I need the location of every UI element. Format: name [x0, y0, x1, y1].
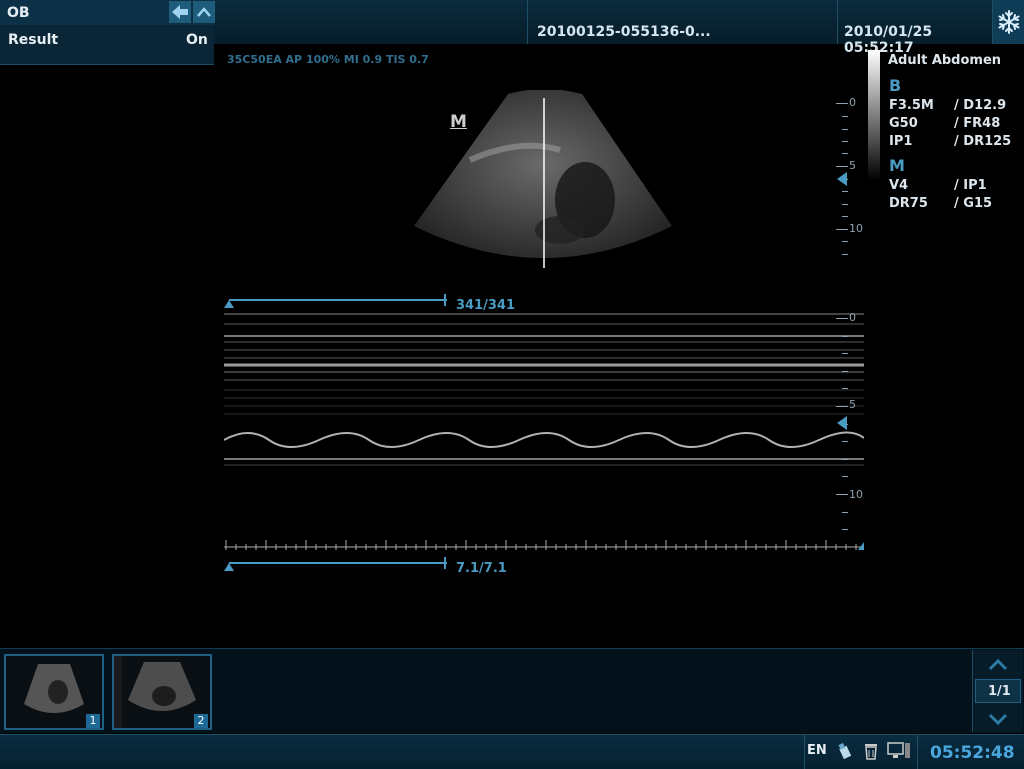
- status-icons: EN: [804, 735, 918, 769]
- scale-tick: [836, 166, 848, 167]
- scale-tick: [842, 191, 848, 192]
- depth-label: 10: [849, 222, 863, 235]
- scale-tick: [842, 153, 848, 154]
- depth-label: 0: [849, 96, 856, 109]
- probe-info: 35C50EA AP 100% MI 0.9 TIS 0.7: [227, 53, 429, 66]
- page-indicator: 1/1: [975, 679, 1021, 703]
- status-bar: EN 05:52:48: [0, 734, 1024, 769]
- param-row: DR75: [889, 196, 928, 211]
- preset-name[interactable]: Adult Abdomen: [888, 53, 1001, 68]
- scale-tick: [842, 141, 848, 142]
- scale-tick: [842, 512, 848, 513]
- page-number: 1/1: [988, 684, 1011, 699]
- scale-tick: [842, 371, 848, 372]
- cine-frame-bar[interactable]: [224, 294, 449, 308]
- monitor-icon[interactable]: [887, 742, 911, 760]
- scale-tick: [842, 353, 848, 354]
- scale-tick: [842, 241, 848, 242]
- result-value[interactable]: On: [186, 32, 208, 48]
- param-row: V4: [889, 178, 909, 193]
- param-row: / DR125: [954, 134, 1012, 149]
- arrow-left-icon: [172, 5, 188, 19]
- input-language[interactable]: EN: [807, 743, 827, 758]
- scale-tick: [842, 529, 848, 530]
- back-button[interactable]: [169, 1, 191, 23]
- thumbnail[interactable]: 1: [4, 654, 104, 730]
- page-up-icon[interactable]: [987, 656, 1009, 672]
- file-id-cell: 20100125-055136-0...: [527, 0, 838, 44]
- thumbnail[interactable]: 2: [112, 654, 212, 730]
- scale-tick: [836, 406, 848, 407]
- depth-label: 10: [849, 488, 863, 501]
- param-row: / FR48: [954, 116, 1001, 131]
- page-down-icon[interactable]: [987, 712, 1009, 728]
- b-mode-label: B: [889, 76, 902, 95]
- param-row: / IP1: [954, 178, 987, 193]
- gray-bar: [868, 50, 880, 180]
- scale-tick: [842, 336, 848, 337]
- param-row: / D12.9: [954, 98, 1007, 113]
- param-row: G50: [889, 116, 918, 131]
- m-focus-marker-icon[interactable]: [837, 416, 847, 430]
- depth-label: 5: [849, 159, 856, 172]
- cine-cursor[interactable]: [444, 557, 446, 569]
- thumbnail-number: 2: [194, 714, 208, 728]
- m-mode-trace[interactable]: [224, 310, 864, 555]
- scale-tick: [842, 459, 848, 460]
- result-label[interactable]: Result: [8, 32, 58, 48]
- param-row: F3.5M: [889, 98, 934, 113]
- scale-tick: [836, 494, 848, 495]
- param-row: / G15: [954, 196, 993, 211]
- freeze-button[interactable]: [992, 0, 1024, 44]
- cine-time-bar[interactable]: [224, 557, 449, 571]
- cine-start-icon[interactable]: [224, 563, 234, 571]
- pager: 1/1: [972, 650, 1023, 732]
- scale-tick: [842, 216, 848, 217]
- exam-name: OB: [7, 5, 30, 21]
- scale-tick: [842, 129, 848, 130]
- exam-panel: OB Result On: [0, 0, 215, 65]
- usb-drive-icon[interactable]: [838, 742, 852, 760]
- scale-tick: [842, 254, 848, 255]
- scale-tick: [836, 318, 848, 319]
- system-clock: 05:52:48: [930, 743, 1015, 763]
- scale-tick: [836, 229, 848, 230]
- recycle-bin-icon[interactable]: [863, 742, 879, 760]
- depth-label: 5: [849, 398, 856, 411]
- focus-marker-icon[interactable]: [837, 172, 847, 186]
- time-count: 7.1/7.1: [456, 561, 507, 576]
- chevron-up-icon: [197, 7, 211, 17]
- cine-start-icon[interactable]: [224, 300, 234, 308]
- thumbnail-number: 1: [86, 714, 100, 728]
- scale-tick: [842, 441, 848, 442]
- depth-label: 0: [849, 311, 856, 324]
- scale-tick: [842, 116, 848, 117]
- collapse-button[interactable]: [193, 1, 215, 23]
- scale-tick: [842, 204, 848, 205]
- m-line-marker: M: [450, 112, 467, 132]
- scale-tick: [842, 476, 848, 477]
- scale-tick: [842, 388, 848, 389]
- scale-tick: [836, 103, 848, 104]
- file-id: 20100125-055136-0...: [537, 24, 711, 40]
- snowflake-icon: [998, 10, 1020, 34]
- param-row: IP1: [889, 134, 913, 149]
- cine-cursor[interactable]: [444, 294, 446, 306]
- datetime-cell: 2010/01/25 05:52:17: [837, 0, 993, 56]
- datetime: 2010/01/25 05:52:17: [844, 24, 933, 56]
- m-mode-label: M: [889, 156, 905, 175]
